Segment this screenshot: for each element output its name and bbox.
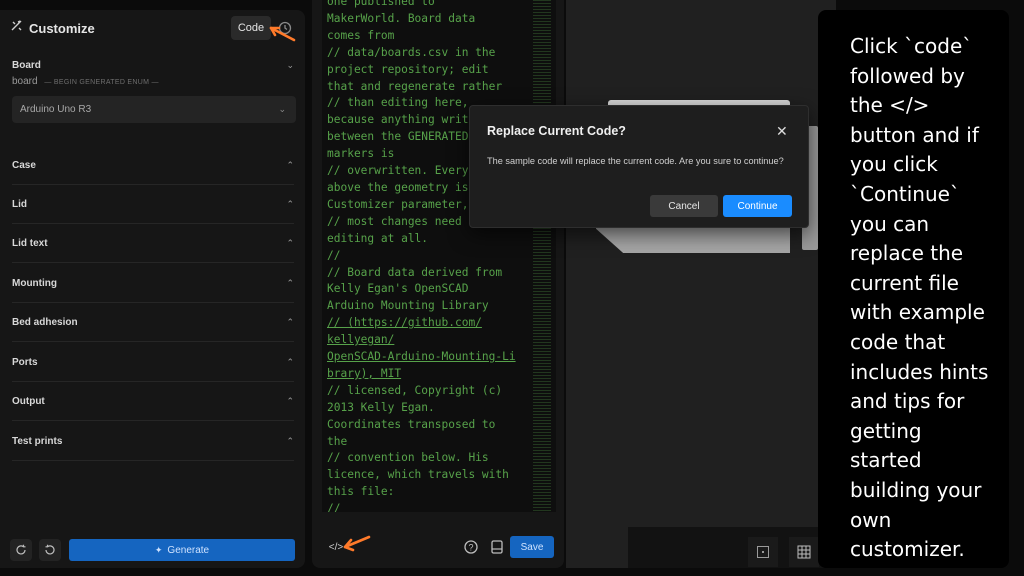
code-line: kellyegan/ [327, 333, 395, 347]
view-toggle-button[interactable] [748, 537, 778, 567]
refresh-icon [16, 544, 26, 555]
code-button[interactable]: Code [231, 16, 271, 40]
close-icon[interactable]: ✕ [776, 123, 788, 140]
code-line: the [327, 434, 348, 448]
code-content[interactable]: one published to MakerWorld. Board data co… [327, 0, 527, 512]
code-line: editing at all. [327, 231, 429, 245]
customize-icon [10, 19, 23, 37]
code-line: Kelly Egan's OpenSCAD [327, 282, 469, 296]
code-panel: one published to MakerWorld. Board data co… [312, 0, 564, 568]
square-view-icon [757, 546, 769, 558]
code-line: 2013 Kelly Egan. [327, 400, 435, 414]
section-label: Test prints [12, 435, 63, 447]
chevron-up-icon: ⌃ [286, 316, 294, 327]
reset-button[interactable] [39, 539, 61, 561]
board-select[interactable]: Arduino Uno R3 ⌄ [12, 96, 296, 123]
code-editor[interactable]: one published to MakerWorld. Board data co… [322, 0, 556, 512]
code-line: brary), MIT [327, 366, 402, 380]
chevron-up-icon: ⌃ [286, 395, 294, 406]
customize-footer: ✦ Generate [10, 539, 295, 561]
code-line: Arduino Mounting Library [327, 299, 489, 313]
code-line: // (https://github.com/ [327, 316, 482, 330]
code-line: project repository; edit [327, 62, 489, 76]
code-line: // convention below. His [327, 451, 489, 465]
model-viewport[interactable] [566, 0, 838, 568]
book-button[interactable] [488, 538, 506, 556]
code-line: // data/boards.csv in the [327, 45, 496, 59]
section-label: Lid text [12, 237, 48, 249]
chevron-up-icon: ⌃ [286, 435, 294, 446]
arrow-to-embed-icon [343, 535, 371, 552]
cancel-button[interactable]: Cancel [650, 195, 718, 217]
help-icon: ? [464, 540, 478, 554]
board-param: board — BEGIN GENERATED ENUM — [12, 76, 296, 87]
section-mounting[interactable]: Mounting ⌃ [12, 264, 294, 303]
instruction-panel: Click `code` followed by the </> button … [818, 10, 1009, 568]
generate-label: Generate [167, 544, 210, 556]
save-button[interactable]: Save [510, 536, 554, 558]
app-window: Customize Code Board ⌄ board — BEGIN GEN… [0, 0, 1024, 576]
code-line: comes from [327, 28, 395, 42]
continue-button[interactable]: Continue [723, 195, 792, 217]
svg-text:?: ? [468, 543, 473, 553]
chevron-down-icon[interactable]: ⌄ [286, 60, 294, 71]
section-label: Lid [12, 198, 27, 210]
section-lid[interactable]: Lid ⌃ [12, 185, 294, 224]
board-section: Board ⌄ board — BEGIN GENERATED ENUM — A… [12, 60, 296, 123]
customize-header: Customize Code [10, 16, 295, 40]
board-param-name: board [12, 76, 38, 87]
code-minimap[interactable] [533, 0, 551, 512]
section-test-prints[interactable]: Test prints ⌃ [12, 422, 294, 461]
code-line: licence, which travels with [327, 468, 509, 482]
chevron-up-icon: ⌃ [286, 356, 294, 367]
code-line: // [327, 502, 341, 512]
chevron-up-icon: ⌃ [286, 198, 294, 209]
grid-icon [797, 545, 811, 559]
chevron-up-icon: ⌃ [286, 159, 294, 170]
code-line: Coordinates transposed to [327, 417, 496, 431]
undo-icon [45, 544, 55, 555]
section-label: Ports [12, 356, 38, 368]
code-line: this file: [327, 485, 395, 499]
section-output[interactable]: Output ⌃ [12, 382, 294, 421]
section-case[interactable]: Case ⌃ [12, 146, 294, 185]
code-line: OpenSCAD-Arduino-Mounting-Li [327, 350, 516, 364]
code-line: // [327, 248, 341, 262]
dialog-title: Replace Current Code? [487, 124, 626, 138]
code-line: // Board data derived from [327, 265, 503, 279]
code-line: // licensed, Copyright (c) [327, 383, 503, 397]
instruction-text: Click `code` followed by the </> button … [850, 34, 989, 562]
board-select-value: Arduino Uno R3 [20, 104, 92, 115]
replace-code-dialog: Replace Current Code? ✕ The sample code … [469, 105, 809, 228]
sparkle-icon: ✦ [154, 544, 163, 555]
customize-title: Customize [29, 20, 95, 36]
generate-button[interactable]: ✦ Generate [69, 539, 295, 561]
arrow-to-code-icon [269, 26, 296, 42]
board-param-hint: — BEGIN GENERATED ENUM — [44, 79, 159, 86]
code-line: that and regenerate rather [327, 79, 503, 93]
code-line: one published to [327, 0, 435, 8]
chevron-down-icon: ⌄ [278, 104, 286, 114]
board-section-title: Board [12, 60, 41, 71]
dialog-message: The sample code will replace the current… [487, 156, 784, 166]
section-ports[interactable]: Ports ⌃ [12, 343, 294, 382]
grid-toggle-button[interactable] [789, 537, 819, 567]
section-label: Output [12, 395, 45, 407]
section-label: Case [12, 159, 36, 171]
chevron-up-icon: ⌃ [286, 237, 294, 248]
customize-panel: Customize Code Board ⌄ board — BEGIN GEN… [0, 10, 305, 568]
section-label: Mounting [12, 277, 57, 289]
code-line: MakerWorld. Board data [327, 11, 476, 25]
refresh-button[interactable] [10, 539, 32, 561]
help-button[interactable]: ? [462, 538, 480, 556]
book-icon [491, 540, 503, 554]
section-label: Bed adhesion [12, 316, 78, 328]
section-bed-adhesion[interactable]: Bed adhesion ⌃ [12, 303, 294, 342]
chevron-up-icon: ⌃ [286, 277, 294, 288]
section-lid-text[interactable]: Lid text ⌃ [12, 224, 294, 263]
